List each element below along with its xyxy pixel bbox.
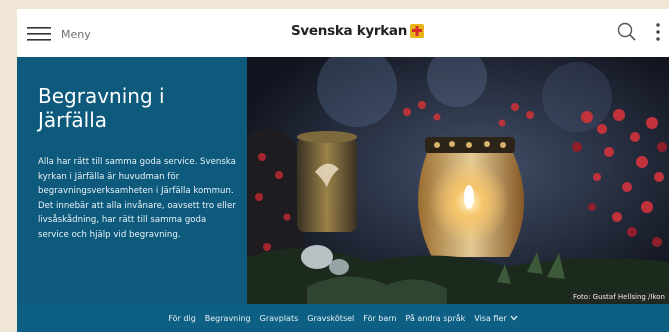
site-logo[interactable]: Svenska kyrkan <box>291 23 425 39</box>
page-title: Begravning i Järfälla <box>38 84 165 132</box>
page-frame: Meny Svenska kyrkan Begravning i Järfäll… <box>17 9 669 332</box>
nav-item-pa-andra-sprak[interactable]: På andra språk <box>406 314 466 323</box>
search-icon <box>617 22 636 41</box>
hero-description: Alla har rätt till samma goda service. S… <box>38 157 236 240</box>
search-button[interactable] <box>617 22 637 47</box>
nav-show-more-label: Visa fler <box>474 313 507 323</box>
more-options-button[interactable] <box>655 22 661 47</box>
candles-photo <box>247 47 669 304</box>
nav-item-gravplats[interactable]: Gravplats <box>260 314 299 323</box>
nav-item-begravning[interactable]: Begravning <box>205 314 251 323</box>
site-header: Meny Svenska kyrkan <box>17 9 669 58</box>
menu-label: Meny <box>61 27 91 41</box>
nav-item-for-dig[interactable]: För dig <box>168 314 195 323</box>
nav-show-more[interactable]: Visa fler <box>474 313 518 323</box>
chevron-down-icon <box>510 315 518 321</box>
svenska-kyrkan-cross-icon <box>410 24 425 38</box>
photo-credit: Foto: Gustaf Hellsing /Ikon <box>568 292 669 302</box>
hero-photo: Foto: Gustaf Hellsing /Ikon <box>247 47 669 304</box>
menu-button[interactable]: Meny <box>27 23 91 45</box>
nav-item-for-barn[interactable]: För barn <box>363 314 396 323</box>
hero-section: Begravning i Järfälla Alla har rätt till… <box>17 47 669 304</box>
hamburger-menu-icon <box>27 27 51 41</box>
section-nav: För dig Begravning Gravplats Gravskötsel… <box>17 304 669 332</box>
more-vertical-icon <box>656 23 660 41</box>
hero-text-panel: Begravning i Järfälla Alla har rätt till… <box>17 57 247 304</box>
logo-text: Svenska kyrkan <box>291 23 408 39</box>
nav-item-gravskotsel[interactable]: Gravskötsel <box>307 314 354 323</box>
